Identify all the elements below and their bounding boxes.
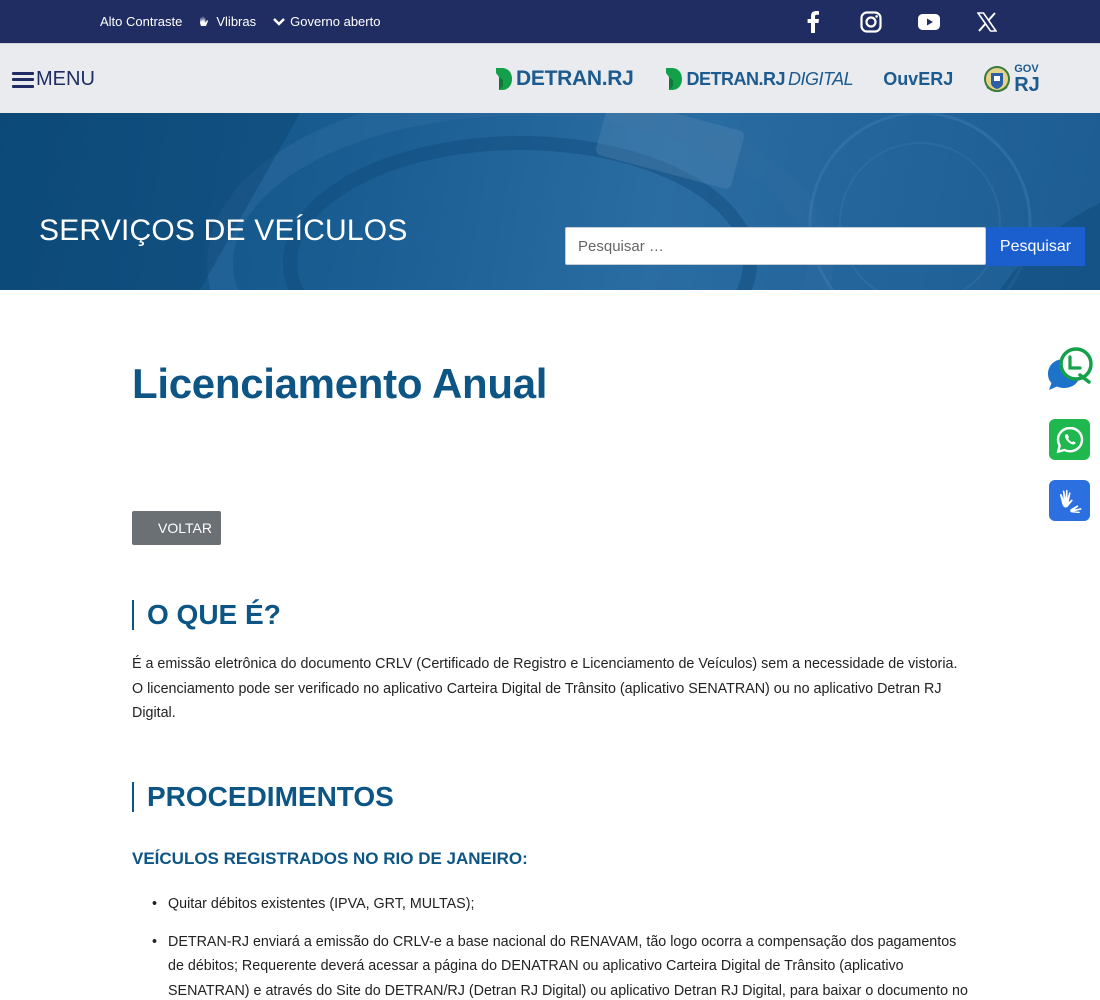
- detran-digital-logo-suffix: DIGITAL: [788, 68, 854, 89]
- vlibras-label: Vlibras: [216, 14, 257, 29]
- x-icon[interactable]: [972, 7, 1002, 37]
- state-seal-icon: [984, 66, 1011, 92]
- procedures-subheading: VEÍCULOS REGISTRADOS NO RIO DE JANEIRO:: [132, 849, 528, 868]
- back-button[interactable]: VOLTAR: [132, 511, 221, 545]
- chevron-down-icon: [272, 17, 286, 27]
- chat-icon[interactable]: [1044, 346, 1098, 394]
- high-contrast-label: Alto Contraste: [100, 14, 183, 29]
- top-bar: Alto Contraste Vlibras Governo aberto: [0, 0, 1100, 43]
- menu-button[interactable]: MENU: [12, 68, 95, 91]
- open-government-link[interactable]: Governo aberto: [272, 14, 380, 29]
- detran-mark-icon: [496, 68, 512, 90]
- social-links: [798, 0, 1002, 43]
- youtube-icon[interactable]: [914, 7, 944, 37]
- partner-logos: DETRAN.RJ DETRAN.RJ DIGITAL OuvERJ GOV RJ: [493, 44, 1040, 114]
- detran-logo-text: DETRAN.RJ: [516, 67, 634, 90]
- gov-label: GOV: [1014, 62, 1039, 75]
- high-contrast-link[interactable]: Alto Contraste: [100, 14, 182, 29]
- search-button[interactable]: Pesquisar: [986, 227, 1085, 266]
- detran-digital-logo-text: DETRAN.RJ: [686, 68, 785, 89]
- gov-rj-logo[interactable]: GOV RJ: [983, 63, 1040, 95]
- menu-label: MENU: [36, 68, 95, 90]
- detran-rj-digital-logo[interactable]: DETRAN.RJ DIGITAL: [663, 67, 854, 91]
- ouvidoria-logo[interactable]: OuvERJ: [883, 69, 953, 90]
- rj-label: RJ: [1014, 73, 1040, 96]
- section-title: SERVIÇOS DE VEÍCULOS: [39, 214, 408, 247]
- list-item: DETRAN-RJ enviará a emissão do CRLV-e a …: [152, 930, 972, 1000]
- page-title: Licenciamento Anual: [132, 360, 548, 407]
- instagram-icon[interactable]: [856, 7, 886, 37]
- list-item: Quitar débitos existentes (IPVA, GRT, MU…: [152, 892, 972, 917]
- hamburger-icon: [12, 71, 34, 88]
- search-input[interactable]: [565, 227, 986, 265]
- site-header: MENU DETRAN.RJ DETRAN.RJ DIGITAL OuvERJ G…: [0, 43, 1100, 113]
- detran-digital-mark-icon: [666, 68, 683, 90]
- whatsapp-icon[interactable]: [1049, 419, 1090, 460]
- ouvidoria-logo-text: OuvERJ: [883, 68, 954, 89]
- open-government-label: Governo aberto: [290, 14, 381, 29]
- facebook-icon[interactable]: [798, 7, 828, 37]
- vlibras-link[interactable]: Vlibras: [198, 14, 256, 29]
- section-heading-what-is: O QUE É?: [132, 600, 281, 630]
- hero-banner: SERVIÇOS DE VEÍCULOS Pesquisar: [0, 113, 1100, 290]
- libras-icon[interactable]: [1049, 480, 1090, 521]
- detran-rj-logo[interactable]: DETRAN.RJ: [493, 67, 634, 91]
- hands-icon: [198, 15, 212, 28]
- section-description: É a emissão eletrônica do documento CRLV…: [132, 656, 958, 721]
- section-heading-procedures: PROCEDIMENTOS: [132, 782, 394, 812]
- accessibility-links: Alto Contraste Vlibras Governo aberto: [100, 0, 380, 43]
- procedures-list: Quitar débitos existentes (IPVA, GRT, MU…: [152, 892, 972, 1000]
